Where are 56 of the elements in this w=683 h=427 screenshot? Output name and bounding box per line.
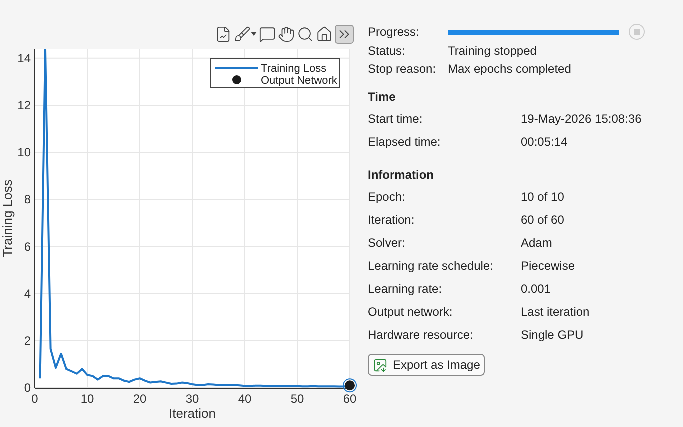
legend-line xyxy=(215,67,258,69)
x-tick-label: 30 xyxy=(186,392,200,406)
field-label: Hardware resource: xyxy=(368,326,474,344)
y-tick-label: 10 xyxy=(18,146,31,160)
y-tick-label: 12 xyxy=(18,98,31,112)
y-axis-label: Training Loss xyxy=(0,180,15,258)
y-tick-label: 6 xyxy=(24,240,31,254)
y-tick-label: 14 xyxy=(18,51,31,66)
x-tick-label: 60 xyxy=(343,392,357,406)
field-label: Start time: xyxy=(368,110,424,128)
field-value: 10 of 10 xyxy=(521,188,564,206)
field-label: Iteration: xyxy=(368,212,416,228)
section-heading: Information xyxy=(368,167,435,184)
chart-export-icon[interactable] xyxy=(215,26,232,42)
field-label: Learning rate schedule: xyxy=(368,258,494,274)
field-label: Status: xyxy=(368,43,406,60)
hand-icon[interactable] xyxy=(278,26,295,42)
legend-marker xyxy=(232,76,242,84)
legend-label: Output Network xyxy=(261,75,338,87)
field-label: Stop reason: xyxy=(368,61,438,78)
field-value: 00:05:14 xyxy=(521,134,568,150)
progress-label: Progress: xyxy=(368,24,420,41)
field-value: Piecewise xyxy=(521,258,576,274)
field-value: Single GPU xyxy=(521,326,584,344)
field-value: Adam xyxy=(521,234,552,252)
field-value: 60 of 60 xyxy=(521,212,564,228)
x-tick-label: 20 xyxy=(133,392,147,406)
export-image-icon xyxy=(373,358,388,372)
legend-label: Training Loss xyxy=(261,63,327,75)
field-value: Last iteration xyxy=(521,304,590,320)
field-value: 0.001 xyxy=(521,280,552,298)
field-label: Solver: xyxy=(368,234,406,252)
data-tip-icon[interactable] xyxy=(259,26,276,42)
field-label: Output network: xyxy=(368,304,454,320)
field-label: Elapsed time: xyxy=(368,134,442,150)
field-label: Learning rate: xyxy=(368,280,444,298)
brush-icon[interactable] xyxy=(234,26,257,42)
x-tick-label: 40 xyxy=(238,392,252,406)
home-icon[interactable] xyxy=(316,26,333,42)
field-value: 19-May-2026 15:08:36 xyxy=(521,110,642,128)
section-heading: Time xyxy=(368,89,397,106)
x-tick-label: 10 xyxy=(80,392,94,406)
y-tick-label: 4 xyxy=(24,286,31,301)
field-label: Epoch: xyxy=(368,188,406,206)
y-tick-label: 0 xyxy=(24,381,31,395)
x-axis-label: Iteration xyxy=(169,406,216,421)
collapse-button[interactable] xyxy=(335,24,354,44)
export-button[interactable]: Export as Image xyxy=(368,354,486,376)
y-tick-label: 8 xyxy=(24,192,31,207)
x-tick-label: 0 xyxy=(32,392,38,406)
y-tick-label: 2 xyxy=(24,334,31,348)
field-value: Training stopped xyxy=(448,43,537,60)
output-network-marker xyxy=(343,378,357,393)
zoom-icon[interactable] xyxy=(297,26,314,42)
x-tick-label: 50 xyxy=(290,392,304,406)
field-value: Max epochs completed xyxy=(448,61,572,78)
